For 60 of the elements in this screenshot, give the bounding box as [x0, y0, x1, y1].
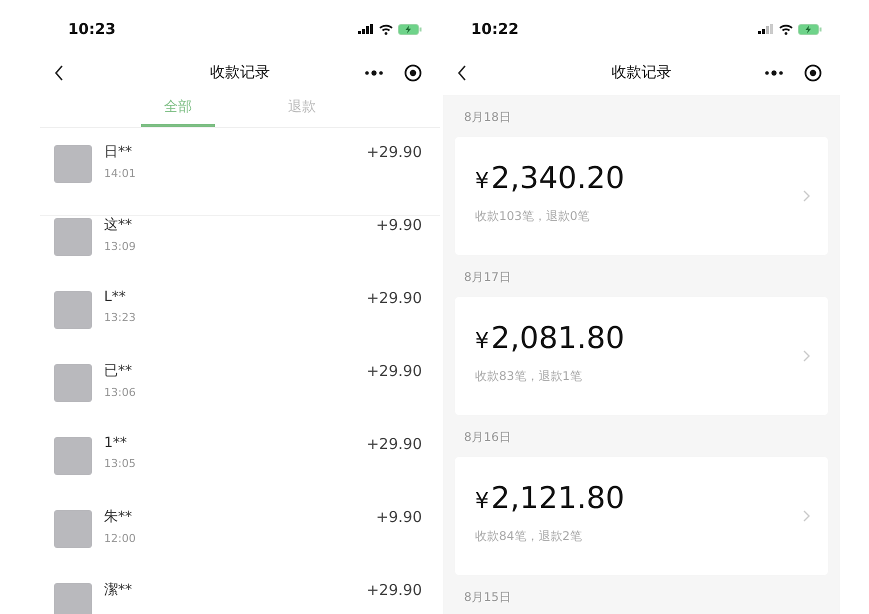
photo-placeholder [54, 145, 92, 183]
payment-time: 13:05 [104, 457, 136, 470]
payment-time: 12:00 [104, 532, 136, 545]
daily-count: 收款84笔，退款2笔 [475, 528, 583, 545]
payment-amount: +29.90 [366, 143, 422, 161]
daily-summary-card[interactable]: ¥2,081.80 收款83笔，退款1笔 [455, 297, 828, 415]
payment-amount: +29.90 [366, 362, 422, 380]
payer-name: L** [104, 289, 127, 305]
chevron-right-icon [803, 190, 810, 202]
daily-count: 收款103笔，退款0笔 [475, 208, 591, 225]
page-title: 收款记录 [210, 63, 270, 82]
wifi-icon [779, 24, 793, 34]
payer-name: 朱** [104, 508, 133, 526]
photo-placeholder [54, 364, 92, 402]
daily-total: 2,121.80 [491, 481, 625, 516]
daily-total: 2,081.80 [491, 321, 625, 356]
date-header: 8月18日 [463, 109, 512, 126]
payer-name: 潔** [104, 581, 132, 599]
page-title: 收款记录 [612, 63, 672, 82]
daily-summary-card[interactable]: ¥2,340.20 收款103笔，退款0笔 [455, 137, 828, 255]
back-icon[interactable] [457, 64, 467, 80]
more-icon[interactable] [764, 70, 784, 76]
back-icon[interactable] [54, 64, 64, 80]
chevron-right-icon [803, 350, 810, 362]
wifi-icon [379, 24, 393, 34]
photo-placeholder [54, 218, 92, 256]
payment-time: 14:01 [104, 167, 136, 180]
photo-placeholder [54, 510, 92, 548]
payer-name: 已** [104, 362, 133, 380]
photo-placeholder [54, 583, 92, 614]
daily-count: 收款83笔，退款1笔 [475, 368, 583, 385]
more-icon[interactable] [364, 70, 384, 76]
currency-symbol: ¥ [475, 489, 489, 514]
chevron-right-icon [803, 510, 810, 522]
status-time: 10:22 [471, 19, 519, 38]
status-time: 10:23 [68, 19, 116, 38]
date-header: 8月16日 [463, 429, 512, 446]
payment-time: 13:09 [104, 240, 136, 253]
payment-time: 13:06 [104, 386, 136, 399]
signal-icon [758, 24, 774, 34]
signal-icon [358, 24, 374, 34]
payer-name: 1** [104, 435, 128, 451]
payer-name: 日** [104, 143, 133, 161]
currency-symbol: ¥ [475, 329, 489, 354]
daily-summary-card[interactable]: ¥2,121.80 收款84笔，退款2笔 [455, 457, 828, 575]
payment-amount: +9.90 [376, 508, 422, 526]
payment-amount: +29.90 [366, 581, 422, 599]
payment-amount: +9.90 [376, 216, 422, 234]
battery-icon [798, 24, 822, 34]
daily-total: 2,340.20 [491, 161, 625, 196]
currency-symbol: ¥ [475, 169, 489, 194]
payer-name: 这** [104, 216, 133, 234]
payment-amount: +29.90 [366, 289, 422, 307]
payment-amount: +29.90 [366, 435, 422, 453]
battery-icon [398, 24, 422, 34]
payment-time: 13:23 [104, 311, 136, 324]
date-header: 8月15日 [463, 589, 512, 606]
photo-placeholder [54, 291, 92, 329]
photo-placeholder [54, 437, 92, 475]
date-header: 8月17日 [463, 269, 512, 286]
